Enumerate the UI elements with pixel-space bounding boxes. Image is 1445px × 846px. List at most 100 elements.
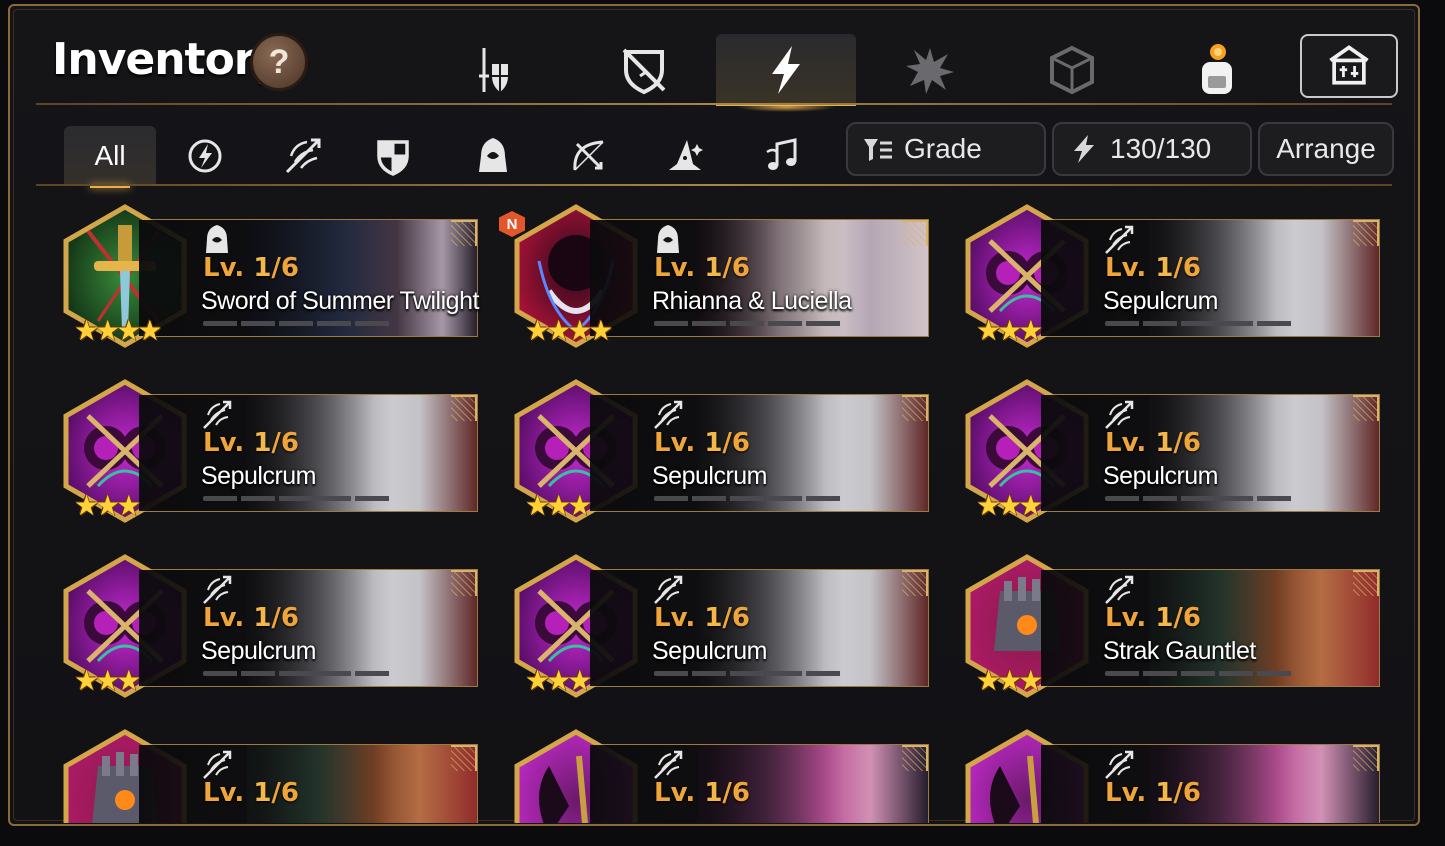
level-max: /6 [722,603,751,633]
item-name: Strak Gauntlet [1103,637,1256,665]
weapon-card[interactable]: Lv. 1/6★★★ [509,726,929,823]
level-current: 1 [704,603,723,633]
star-icon: ★ [1018,490,1044,521]
tab-fragments[interactable] [860,34,1000,106]
enhance-progress-bar [1105,321,1295,326]
weapon-card[interactable]: Lv. 1/6 Sepulcrum ★ ★ ★ [509,376,929,526]
level-max: /6 [1173,253,1202,283]
arrow-wing-icon [654,400,683,429]
star-icon: ★ [1018,665,1044,696]
card-panel [589,394,929,512]
level-current: 1 [253,778,272,808]
tab-weapons[interactable] [716,34,856,112]
filter-wizard[interactable] [640,126,730,186]
weapon-card[interactable]: Lv. 1/6★★★ [960,726,1380,823]
card-panel [1040,744,1380,823]
corner-ornament [451,570,477,596]
arrow-wing-icon [1105,400,1134,429]
corner-ornament [451,220,477,246]
enhance-progress-bar [654,321,844,326]
filter-assassin[interactable] [448,126,538,186]
item-level: Lv. 1/6 [203,603,299,633]
help-button[interactable]: ? [250,33,308,91]
level-max: /6 [722,778,751,808]
item-name: Rhianna & Luciella [652,287,852,315]
orb-lightning-icon [188,139,222,173]
broken-shield-icon [622,48,666,95]
arrange-button[interactable]: Arrange [1258,122,1394,176]
arrow-wing-icon [1105,750,1134,779]
shop-button[interactable] [1300,34,1398,98]
level-prefix: Lv. [654,253,705,283]
level-current: 1 [704,253,723,283]
star-rating: ★ ★ ★ [74,664,141,697]
card-panel [589,569,929,687]
filter-divider [36,184,1392,186]
arrow-wing-icon [203,750,232,779]
star-icon: ★ [137,315,163,346]
item-level: Lv. 1/6 [1105,778,1201,808]
weapon-card[interactable]: Lv. 1/6 Sepulcrum ★ ★ ★ [960,376,1380,526]
level-prefix: Lv. [654,428,705,458]
corner-ornament [902,570,928,596]
level-current: 1 [704,428,723,458]
capacity-label: 130/130 [1110,133,1212,164]
weapon-card[interactable]: Lv. 1/6 Sepulcrum ★ ★ ★ [58,376,478,526]
weapon-card[interactable]: Lv. 1/6 Sepulcrum ★ ★ ★ [509,551,929,701]
music-note-icon [766,138,797,170]
item-level: Lv. 1/6 [203,428,299,458]
level-max: /6 [271,778,300,808]
card-panel [1040,394,1380,512]
grade-sort-button[interactable]: Grade [846,122,1046,176]
star-rating: ★ ★ ★ [525,664,592,697]
level-current: 1 [704,778,723,808]
bow-icon [573,140,604,171]
tab-equipment[interactable] [424,34,564,106]
lightning-icon [772,46,800,94]
cube-icon [1050,45,1094,95]
level-current: 1 [253,603,272,633]
filter-ranger[interactable] [258,126,348,186]
enhance-progress-bar [203,321,393,326]
filter-defender[interactable] [348,126,438,186]
filter-support[interactable] [738,126,828,186]
card-panel [138,219,478,337]
weapon-card[interactable]: Lv. 1/6★★★ [58,726,478,823]
star-rating: ★ ★ ★ ★ [525,314,613,347]
level-prefix: Lv. [1105,253,1156,283]
tab-materials[interactable] [1002,34,1142,106]
level-max: /6 [271,603,300,633]
level-max: /6 [1173,778,1202,808]
enhance-progress-bar [654,496,844,501]
weapon-card[interactable]: Lv. 1/6 Sepulcrum ★ ★ ★ [58,551,478,701]
corner-ornament [1353,745,1379,771]
item-name: Sepulcrum [201,637,317,665]
weapon-card[interactable]: Lv. 1/6 Strak Gauntlet ★ ★ ★ [960,551,1380,701]
level-prefix: Lv. [1105,603,1156,633]
weapon-card[interactable]: Lv. 1/6 Sword of Summer Twilight ★ ★ ★ ★ [58,201,479,351]
level-prefix: Lv. [203,253,254,283]
item-name: Sepulcrum [652,637,768,665]
hooded-figure-icon [206,225,228,253]
weapon-card[interactable]: Lv. 1/6 Rhianna & Luciella ★ ★ ★ ★ N [499,201,929,351]
header-divider [36,103,1392,105]
tab-break-equipment[interactable] [574,34,714,106]
star-rating: ★ ★ ★ [976,664,1043,697]
backpack-icon [1202,44,1232,94]
filter-archer[interactable] [544,126,634,186]
enhance-progress-bar [203,671,393,676]
star-icon: ★ [1018,315,1044,346]
card-panel [1040,569,1380,687]
filter-all[interactable]: All [64,126,156,188]
level-max: /6 [1173,603,1202,633]
grade-label: Grade [904,133,982,164]
filter-mage[interactable] [160,126,250,186]
star-rating: ★ ★ ★ ★ [74,314,162,347]
tab-bag[interactable] [1146,34,1286,106]
level-current: 1 [253,428,272,458]
card-panel [589,744,929,823]
weapon-card[interactable]: Lv. 1/6 Sepulcrum ★ ★ ★ [960,201,1380,351]
star-icon: ★ [567,665,593,696]
item-level: Lv. 1/6 [654,253,750,283]
arrange-label: Arrange [1276,133,1376,164]
